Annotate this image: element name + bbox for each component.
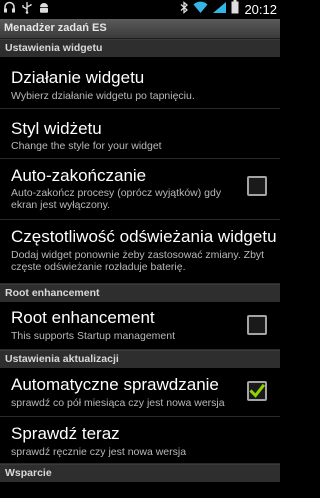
preferences-list: Ustawienia widgetu Działanie widgetu Wyb… [0,39,280,482]
section-header-support: Wsparcie [0,464,280,482]
pref-title: Automatyczne sprawdzanie [11,375,219,394]
pref-auto-kill[interactable]: Auto-zakończanie Auto-zakończ procesy (o… [0,159,280,220]
pref-summary: Change the style for your widget [11,140,162,152]
check-icon [249,383,265,398]
auto-kill-checkbox[interactable] [247,176,267,196]
signal-icon [212,1,227,19]
pref-title: Sprawdź teraz [11,424,120,443]
pref-root-enhancement[interactable]: Root enhancement This supports Startup m… [0,302,280,350]
android-debug-icon [38,1,50,19]
section-header-updates: Ustawienia aktualizacji [0,350,280,368]
pref-widget-action[interactable]: Działanie widgetu Wybierz działanie widg… [0,57,280,109]
pref-auto-check[interactable]: Automatyczne sprawdzanie sprawdź co pół … [0,368,280,417]
auto-check-checkbox[interactable] [247,381,267,401]
status-bar: 20:12 [0,0,280,19]
clock: 20:12 [244,2,277,17]
wifi-icon [193,1,208,19]
app-title: Menadżer zadań ES [4,22,107,34]
pref-summary: sprawdź co pół miesiąca czy jest nowa we… [11,397,225,409]
pref-summary: Auto-zakończ procesy (oprócz wyjątków) g… [11,187,222,211]
pref-title: Root enhancement [11,308,155,327]
battery-icon [231,0,239,19]
bluetooth-icon [179,0,189,19]
headset-icon [3,1,16,19]
pref-title: Częstotliwość odświeżania widgetu [11,227,277,246]
pref-summary: Wybierz działanie widgetu po tapnięciu. [11,90,195,102]
pref-title: Auto-zakończanie [11,166,147,185]
section-header-root: Root enhancement [0,284,280,302]
app-title-bar: Menadżer zadań ES [0,19,280,39]
pref-summary: Dodaj widget ponownie żeby zastosować zm… [11,249,265,273]
pref-summary: sprawdź ręcznie czy jest nowa wersja [11,446,187,458]
pref-title: Działanie widgetu [11,68,145,87]
usb-icon [21,1,33,19]
section-header-widget: Ustawienia widgetu [0,39,280,57]
pref-widget-refresh-rate[interactable]: Częstotliwość odświeżania widgetu Dodaj … [0,220,280,284]
pref-summary: This supports Startup management [11,330,176,342]
pref-widget-style[interactable]: Styl widżetu Change the style for your w… [0,109,280,159]
pref-check-now[interactable]: Sprawdź teraz sprawdź ręcznie czy jest n… [0,417,280,464]
pref-title: Styl widżetu [11,119,102,138]
root-enhancement-checkbox[interactable] [247,315,267,335]
